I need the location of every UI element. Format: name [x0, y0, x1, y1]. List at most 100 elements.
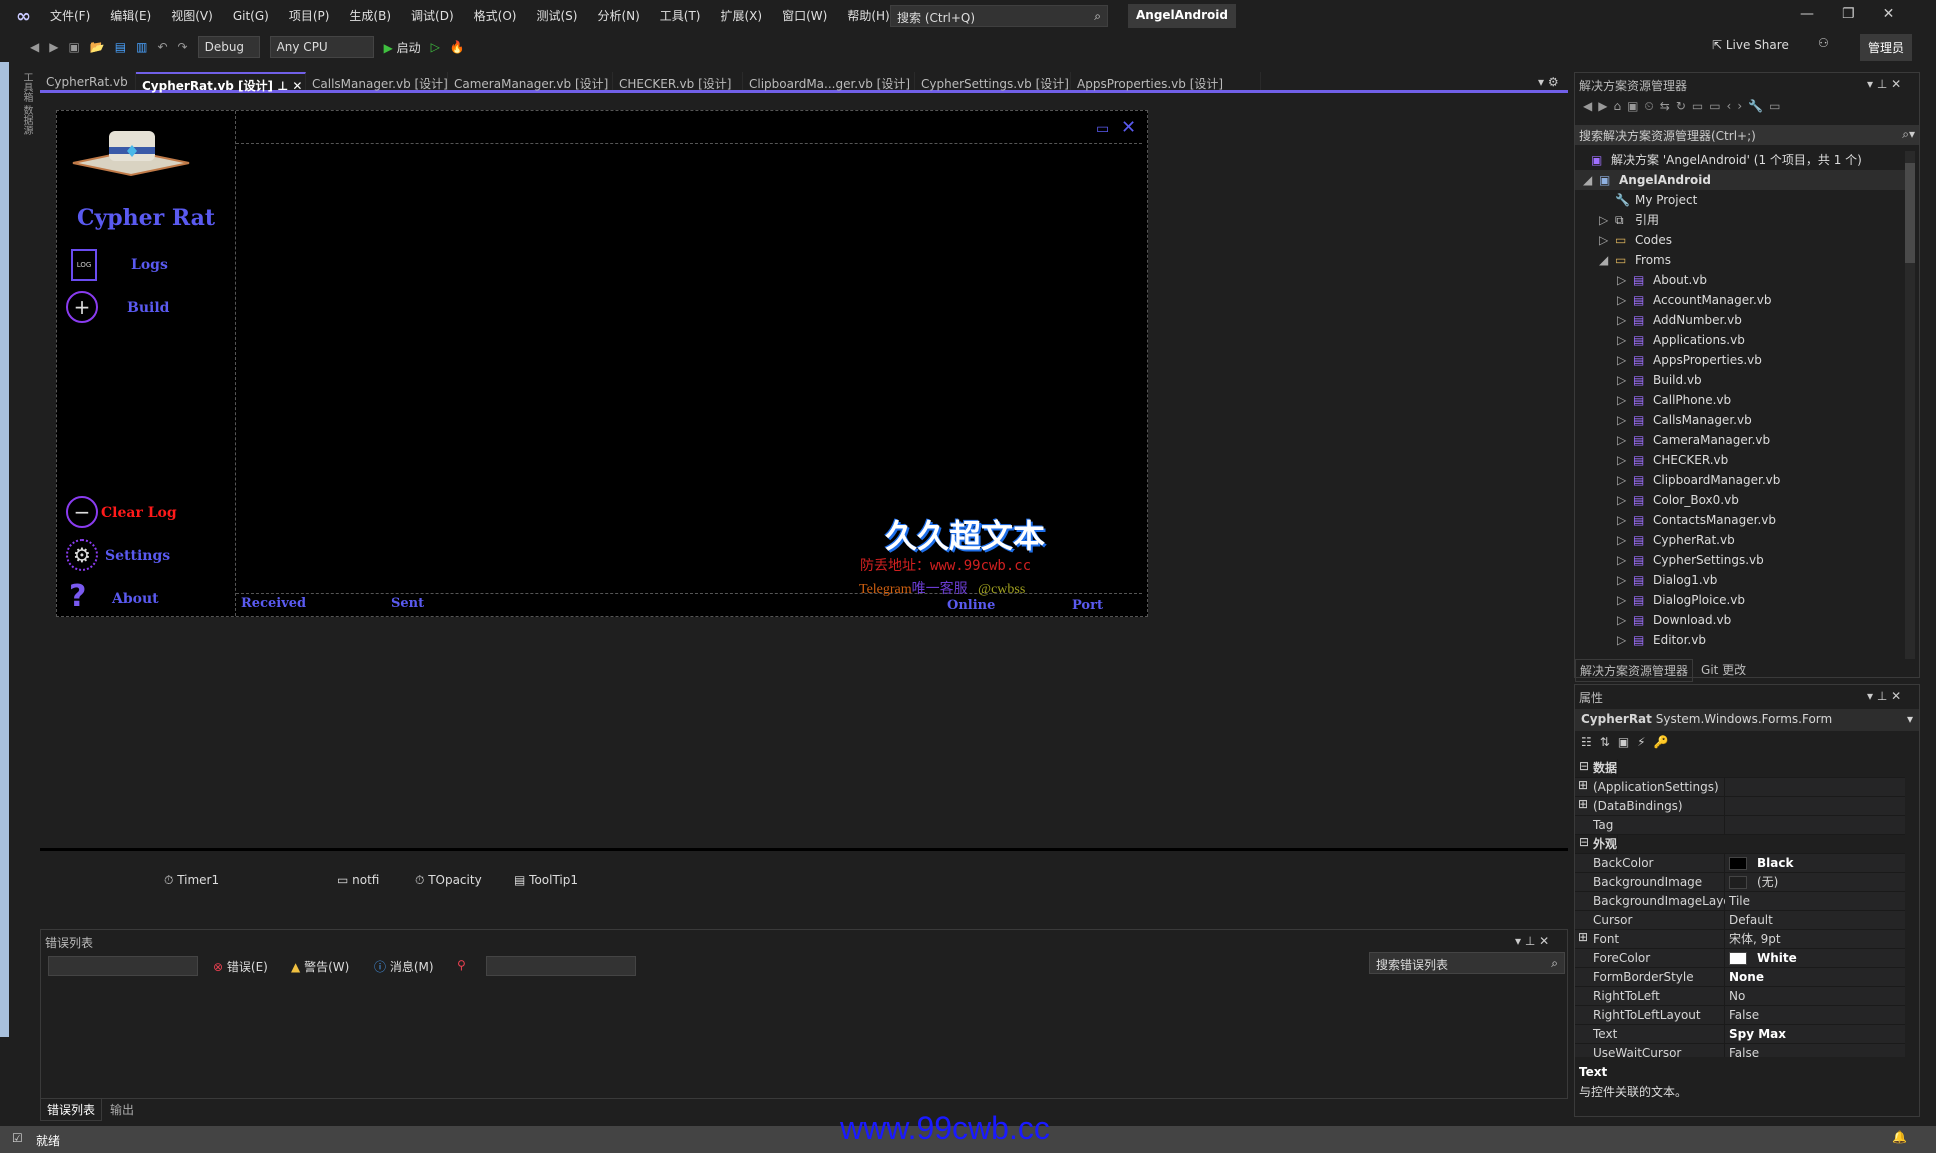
menu-item[interactable]: 扩展(X)	[710, 7, 772, 24]
close-tab-icon[interactable]: ⊥ ✕	[273, 79, 302, 93]
property-row[interactable]: FormBorderStyle None	[1575, 968, 1905, 987]
search-input[interactable]: 搜索 (Ctrl+Q) ⌕	[890, 5, 1108, 27]
save-all-icon[interactable]: ▥	[136, 40, 147, 54]
start-button[interactable]: ▶ 启动	[384, 39, 421, 56]
maximize-button[interactable]: ❐	[1842, 6, 1855, 22]
tree-item[interactable]: ▷ ▤ ClipboardManager.vb	[1575, 470, 1905, 490]
menu-item[interactable]: 文件(F)	[40, 7, 100, 24]
tree-item[interactable]: ▷ ▤ CHECKER.vb	[1575, 450, 1905, 470]
tab-git-changes[interactable]: Git 更改	[1697, 659, 1750, 682]
tab-overflow-icon[interactable]: ▾ ⚙	[1538, 75, 1559, 89]
live-share-button[interactable]: ⇱ Live Share	[1712, 38, 1789, 52]
menu-item[interactable]: 视图(V)	[161, 7, 223, 24]
tree-item[interactable]: ▷ ▤ AddNumber.vb	[1575, 310, 1905, 330]
toolbox-tab[interactable]: 工具箱 数据源	[18, 72, 34, 162]
nav-build[interactable]: Build	[127, 300, 169, 316]
tree-item[interactable]: ▷ ▭ Codes	[1575, 230, 1905, 250]
close-button[interactable]: ✕	[1883, 6, 1895, 22]
tree-item[interactable]: ▷ ⧉ 引用	[1575, 210, 1905, 230]
feedback-icon[interactable]: ⚇	[1818, 36, 1829, 50]
config-select[interactable]: Debug	[197, 36, 260, 58]
properties-toolbar[interactable]: ☷⇅▣⚡🔑	[1581, 735, 1677, 749]
object-select[interactable]: CypherRat System.Windows.Forms.Form ▾	[1575, 709, 1919, 731]
menu-item[interactable]: 窗口(W)	[772, 7, 837, 24]
tree-item[interactable]: ▷ ▤ Dialog1.vb	[1575, 570, 1905, 590]
build-filter-select[interactable]	[486, 956, 636, 976]
solution-search-input[interactable]: 搜索解决方案资源管理器(Ctrl+;) ⌕▾	[1575, 125, 1919, 145]
menu-item[interactable]: 工具(T)	[650, 7, 711, 24]
tab-document[interactable]: CypherRat.vb	[40, 72, 136, 90]
tab-document[interactable]: CameraManager.vb [设计]	[448, 72, 613, 91]
property-row[interactable]: Cursor Default	[1575, 911, 1905, 930]
tray-notfi[interactable]: ▭ notfi	[337, 873, 379, 887]
forward-icon[interactable]: ▶	[49, 40, 58, 54]
open-icon[interactable]: 📂	[90, 40, 105, 54]
property-row[interactable]: RightToLeftLayout False	[1575, 1006, 1905, 1025]
form-preview[interactable]: Cypher Rat LOG Logs + Build − Clear Log …	[56, 110, 1148, 617]
menu-item[interactable]: 调试(D)	[401, 7, 464, 24]
tree-item[interactable]: ◢ ▣ AngelAndroid	[1575, 170, 1905, 190]
tray-topacity[interactable]: ⏱ TOpacity	[415, 873, 482, 888]
property-row[interactable]: ⊞ (ApplicationSettings)	[1575, 778, 1905, 797]
menu-item[interactable]: 生成(B)	[339, 7, 401, 24]
tray-timer1[interactable]: ⏱ Timer1	[164, 873, 219, 888]
minimize-button[interactable]: —	[1800, 6, 1814, 22]
tree-item[interactable]: ▷ ▤ AccountManager.vb	[1575, 290, 1905, 310]
property-row[interactable]: UseWaitCursor False	[1575, 1044, 1905, 1057]
tree-item[interactable]: ▷ ▤ ContactsManager.vb	[1575, 510, 1905, 530]
tree-item[interactable]: ▷ ▤ Build.vb	[1575, 370, 1905, 390]
tree-item[interactable]: ▷ ▤ Download.vb	[1575, 610, 1905, 630]
redo-icon[interactable]: ↷	[178, 40, 188, 54]
nav-logs[interactable]: Logs	[131, 257, 168, 273]
tab-document[interactable]: AppsProperties.vb [设计]	[1071, 72, 1261, 91]
scope-select[interactable]	[48, 956, 198, 976]
messages-filter[interactable]: ⓘ 消息(M)	[374, 958, 434, 975]
tab-document[interactable]: ClipboardMa...ger.vb [设计]	[743, 72, 915, 91]
nav-about[interactable]: About	[112, 591, 159, 607]
undo-icon[interactable]: ↶	[157, 40, 167, 54]
tab-document[interactable]: CHECKER.vb [设计]	[613, 72, 743, 91]
tray-tooltip1[interactable]: ▤ ToolTip1	[514, 873, 578, 887]
panel-controls[interactable]: ▾ ⊥ ✕	[1867, 689, 1901, 703]
tree-item[interactable]: ▣ 解决方案 'AngelAndroid' (1 个项目，共 1 个)	[1575, 150, 1905, 170]
tree-item[interactable]: ▷ ▤ Editor.vb	[1575, 630, 1905, 650]
tab-document[interactable]: CypherRat.vb [设计] ⊥ ✕	[136, 72, 306, 93]
panel-controls[interactable]: ▾ ⊥ ✕	[1515, 934, 1549, 948]
errors-filter[interactable]: ⊗ 错误(E)	[213, 958, 268, 975]
tree-item[interactable]: 🔧 My Project	[1575, 190, 1905, 210]
scrollbar[interactable]	[1905, 151, 1915, 659]
panel-controls[interactable]: ▾ ⊥ ✕	[1867, 77, 1901, 91]
tab-output[interactable]: 输出	[106, 1099, 138, 1121]
property-category[interactable]: ⊟ 数据	[1575, 759, 1905, 778]
platform-select[interactable]: Any CPU	[269, 36, 374, 58]
menu-item[interactable]: 分析(N)	[587, 7, 649, 24]
tab-solution-explorer[interactable]: 解决方案资源管理器	[1575, 659, 1694, 682]
tree-item[interactable]: ▷ ▤ AppsProperties.vb	[1575, 350, 1905, 370]
property-row[interactable]: RightToLeft No	[1575, 987, 1905, 1006]
property-row[interactable]: Tag	[1575, 816, 1905, 835]
notification-bell-icon[interactable]: 🔔	[1892, 1130, 1907, 1144]
property-row[interactable]: ForeColor White	[1575, 949, 1905, 968]
property-row[interactable]: BackgroundImageLayout Tile	[1575, 892, 1905, 911]
tab-document[interactable]: CypherSettings.vb [设计]	[915, 72, 1071, 91]
solution-toolbar[interactable]: ◀▶⌂▣⏲⇆↻▭▭‹›🔧▭	[1583, 99, 1786, 114]
property-row[interactable]: Text Spy Max	[1575, 1025, 1905, 1044]
menu-item[interactable]: Git(G)	[223, 9, 279, 23]
menu-item[interactable]: 项目(P)	[279, 7, 340, 24]
tree-item[interactable]: ▷ ▤ CallPhone.vb	[1575, 390, 1905, 410]
menu-item[interactable]: 编辑(E)	[100, 7, 161, 24]
new-item-icon[interactable]: ▣	[68, 40, 79, 54]
tree-item[interactable]: ▷ ▤ CallsManager.vb	[1575, 410, 1905, 430]
property-row[interactable]: BackgroundImage (无)	[1575, 873, 1905, 892]
tree-item[interactable]: ▷ ▤ About.vb	[1575, 270, 1905, 290]
warnings-filter[interactable]: ▲ 警告(W)	[291, 958, 349, 975]
tree-item[interactable]: ▷ ▤ DialogPloice.vb	[1575, 590, 1905, 610]
back-icon[interactable]: ◀	[30, 40, 39, 54]
tab-error-list[interactable]: 错误列表	[40, 1099, 103, 1121]
form-minimize-icon[interactable]: ▭	[1096, 121, 1109, 137]
start-without-debug-icon[interactable]: ▷	[431, 40, 440, 54]
property-row[interactable]: BackColor Black	[1575, 854, 1905, 873]
error-search-input[interactable]: 搜索错误列表 ⌕	[1369, 952, 1565, 974]
tree-item[interactable]: ▷ ▤ Applications.vb	[1575, 330, 1905, 350]
tree-item[interactable]: ◢ ▭ Froms	[1575, 250, 1905, 270]
